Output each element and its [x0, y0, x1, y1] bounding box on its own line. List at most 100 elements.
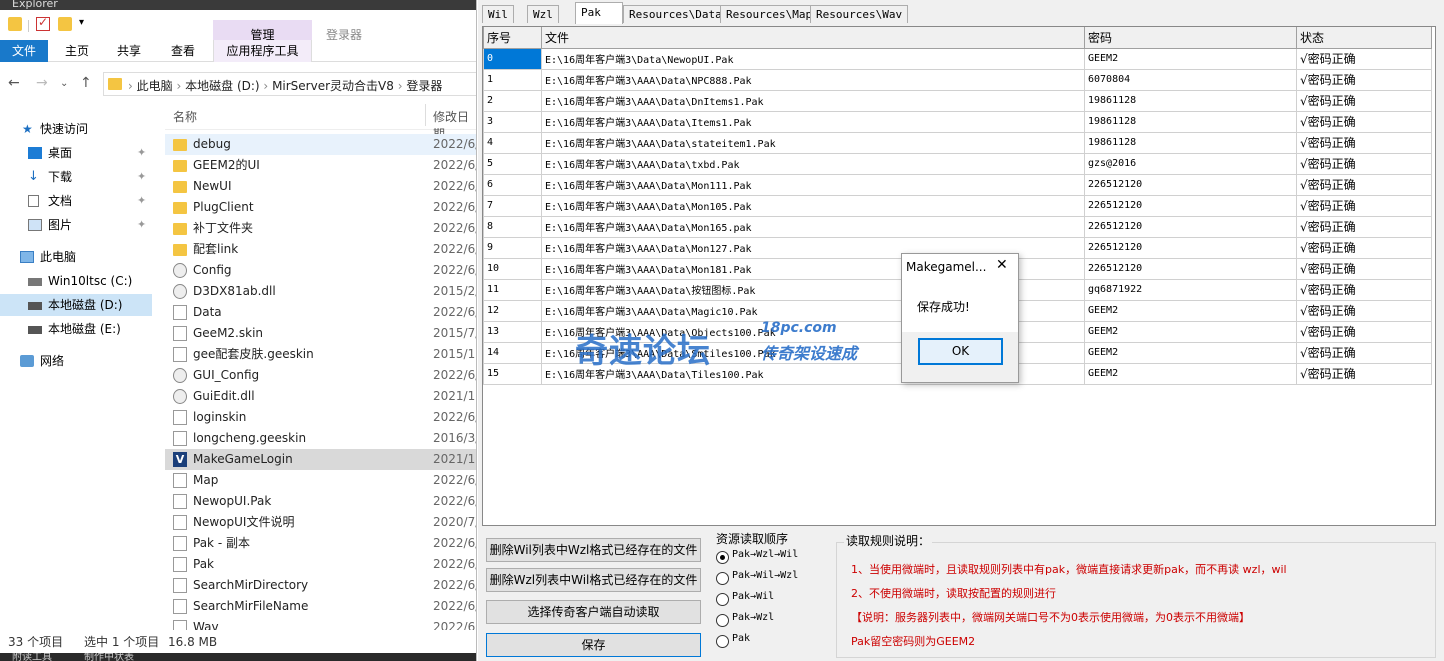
list-item[interactable]: loginskin 2022/6/ — [165, 407, 476, 428]
folder-icon[interactable] — [8, 17, 22, 31]
breadcrumb-item[interactable]: 本地磁盘 (D:) — [185, 79, 259, 93]
list-item[interactable]: D3DX81ab.dll 2015/2/ — [165, 281, 476, 302]
nav-item-drive-c[interactable]: Win10ltsc (C:) — [0, 270, 152, 292]
list-item[interactable]: debug 2022/6/ — [165, 134, 476, 155]
taskbar-item[interactable]: 附读工具 — [12, 653, 52, 661]
list-item[interactable]: GuiEdit.dll 2021/10 — [165, 386, 476, 407]
table-row[interactable]: 0 E:\16周年客户端3\Data\NewopUI.Pak GEEM2 √密码正确 — [483, 47, 1432, 70]
nav-item-network[interactable]: 网络 — [0, 350, 152, 372]
cell-password[interactable]: 226512120 — [1084, 194, 1297, 217]
table-row[interactable]: 3 E:\16周年客户端3\AAA\Data\Items1.Pak 19861128… — [483, 110, 1432, 133]
table-row[interactable]: 1 E:\16周年客户端3\AAA\Data\NPC888.Pak 6070804 √… — [483, 68, 1432, 91]
tab-resources-data[interactable]: Resources\Data — [623, 5, 728, 23]
list-item[interactable]: GEEM2的UI 2022/6/ — [165, 155, 476, 176]
radio-icon[interactable] — [716, 614, 729, 627]
radio-icon[interactable] — [716, 593, 729, 606]
breadcrumb-item[interactable]: 登录器 — [406, 79, 442, 93]
list-item[interactable]: GUI_Config 2022/6/ — [165, 365, 476, 386]
list-item[interactable]: GeeM2.skin 2015/7/ — [165, 323, 476, 344]
ok-button[interactable]: OK — [918, 338, 1003, 365]
column-header-index[interactable]: 序号 — [483, 27, 542, 49]
cell-password[interactable]: 226512120 — [1084, 257, 1297, 280]
column-header-name[interactable]: 名称 — [173, 108, 197, 125]
list-item[interactable]: longcheng.geeskin 2016/3/ — [165, 428, 476, 449]
tab-resources-map[interactable]: Resources\Map — [720, 5, 819, 23]
list-item[interactable]: SearchMirDirectory 2022/6/ — [165, 575, 476, 596]
cell-password[interactable]: GEEM2 — [1084, 341, 1297, 364]
new-folder-icon[interactable] — [58, 17, 72, 31]
list-item[interactable]: Wav 2022/6/ — [165, 617, 476, 630]
tab-pak[interactable]: Pak — [575, 2, 623, 24]
list-item[interactable]: NewUI 2022/6/ — [165, 176, 476, 197]
delete-wil-duplicates-button[interactable]: 删除Wil列表中Wzl格式已经存在的文件 — [486, 538, 701, 562]
cell-password[interactable]: 226512120 — [1084, 173, 1297, 196]
table-row[interactable]: 8 E:\16周年客户端3\AAA\Data\Mon165.pak 22651212… — [483, 215, 1432, 238]
radio-icon[interactable] — [716, 635, 729, 648]
list-item[interactable]: 补丁文件夹 2022/6/ — [165, 218, 476, 239]
table-row[interactable]: 5 E:\16周年客户端3\AAA\Data\txbd.Pak gzs@2016 √密… — [483, 152, 1432, 175]
column-header-status[interactable]: 状态 — [1296, 27, 1432, 49]
ribbon-tab-file[interactable]: 文件 — [0, 40, 48, 62]
list-item[interactable]: 配套link 2022/6/ — [165, 239, 476, 260]
cell-password[interactable]: GEEM2 — [1084, 320, 1297, 343]
nav-item-pictures[interactable]: 图片 ✦ — [0, 214, 152, 236]
cell-password[interactable]: 19861128 — [1084, 131, 1297, 154]
breadcrumb-item[interactable]: 此电脑 — [137, 79, 173, 93]
tab-wzl[interactable]: Wzl — [527, 5, 559, 23]
cell-password[interactable]: GEEM2 — [1084, 47, 1297, 70]
list-item[interactable]: V MakeGameLogin 2021/12 — [165, 449, 476, 470]
list-item[interactable]: Data 2022/6/ — [165, 302, 476, 323]
ribbon-tab-app-tools[interactable]: 应用程序工具 — [213, 40, 312, 62]
delete-wzl-duplicates-button[interactable]: 删除Wzl列表中Wil格式已经存在的文件 — [486, 568, 701, 592]
back-arrow-icon[interactable]: ← — [8, 75, 20, 91]
nav-item-downloads[interactable]: ↓ 下载 ✦ — [0, 166, 152, 188]
nav-item-desktop[interactable]: 桌面 ✦ — [0, 142, 152, 164]
nav-item-drive-e[interactable]: 本地磁盘 (E:) — [0, 318, 152, 340]
cell-password[interactable]: 226512120 — [1084, 215, 1297, 238]
list-item[interactable]: NewopUI文件说明 2020/7/ — [165, 512, 476, 533]
list-item[interactable]: NewopUI.Pak 2022/6/ — [165, 491, 476, 512]
list-item[interactable]: Pak 2022/6/ — [165, 554, 476, 575]
ribbon-tab-view[interactable]: 查看 — [158, 40, 208, 62]
cell-password[interactable]: gq6871922 — [1084, 278, 1297, 301]
nav-item-documents[interactable]: 文档 ✦ — [0, 190, 152, 212]
cell-password[interactable]: 6070804 — [1084, 68, 1297, 91]
properties-icon[interactable] — [36, 15, 50, 31]
nav-item-drive-d[interactable]: 本地磁盘 (D:) — [0, 294, 152, 316]
list-item[interactable]: Pak - 副本 2022/6/ — [165, 533, 476, 554]
tab-resources-wav[interactable]: Resources\Wav — [810, 5, 909, 23]
nav-item-this-pc[interactable]: 此电脑 — [0, 246, 152, 268]
list-item[interactable]: Config 2022/6/ — [165, 260, 476, 281]
column-header-password[interactable]: 密码 — [1084, 27, 1297, 49]
radio-icon[interactable] — [716, 572, 729, 585]
chevron-down-icon[interactable]: ▾ — [79, 17, 84, 28]
nav-item-quick-access[interactable]: ★ 快速访问 — [0, 118, 152, 140]
ribbon-tab-share[interactable]: 共享 — [104, 40, 154, 62]
table-row[interactable]: 4 E:\16周年客户端3\AAA\Data\stateitem1.Pak 1986… — [483, 131, 1432, 154]
cell-password[interactable]: gzs@2016 — [1084, 152, 1297, 175]
cell-password[interactable]: GEEM2 — [1084, 299, 1297, 322]
column-header-file[interactable]: 文件 — [541, 27, 1085, 49]
up-arrow-icon[interactable]: ↑ — [80, 75, 92, 91]
auto-read-client-button[interactable]: 选择传奇客户端自动读取 — [486, 600, 701, 624]
list-item[interactable]: gee配套皮肤.geeskin 2015/10 — [165, 344, 476, 365]
chevron-down-icon[interactable]: ⌄ — [60, 78, 68, 89]
radio-selected-icon[interactable] — [716, 551, 729, 564]
address-bar[interactable]: › 此电脑 › 本地磁盘 (D:) › MirServer灵动合击V8 › 登录… — [103, 72, 476, 96]
tab-wil[interactable]: Wil — [482, 5, 514, 23]
cell-password[interactable]: 226512120 — [1084, 236, 1297, 259]
table-row[interactable]: 7 E:\16周年客户端3\AAA\Data\Mon105.Pak 22651212… — [483, 194, 1432, 217]
cell-password[interactable]: 19861128 — [1084, 110, 1297, 133]
list-item[interactable]: PlugClient 2022/6/ — [165, 197, 476, 218]
list-item[interactable]: SearchMirFileName 2022/6/ — [165, 596, 476, 617]
cell-password[interactable]: GEEM2 — [1084, 362, 1297, 385]
taskbar-item[interactable]: 制作中状表 — [84, 653, 134, 661]
save-button[interactable]: 保存 — [486, 633, 701, 657]
ribbon-tab-home[interactable]: 主页 — [52, 40, 102, 62]
breadcrumb-item[interactable]: MirServer灵动合击V8 — [272, 79, 394, 93]
table-row[interactable]: 6 E:\16周年客户端3\AAA\Data\Mon111.Pak 22651212… — [483, 173, 1432, 196]
table-row[interactable]: 2 E:\16周年客户端3\AAA\Data\DnItems1.Pak 198611… — [483, 89, 1432, 112]
list-item[interactable]: Map 2022/6/ — [165, 470, 476, 491]
forward-arrow-icon[interactable]: → — [36, 75, 48, 91]
cell-password[interactable]: 19861128 — [1084, 89, 1297, 112]
